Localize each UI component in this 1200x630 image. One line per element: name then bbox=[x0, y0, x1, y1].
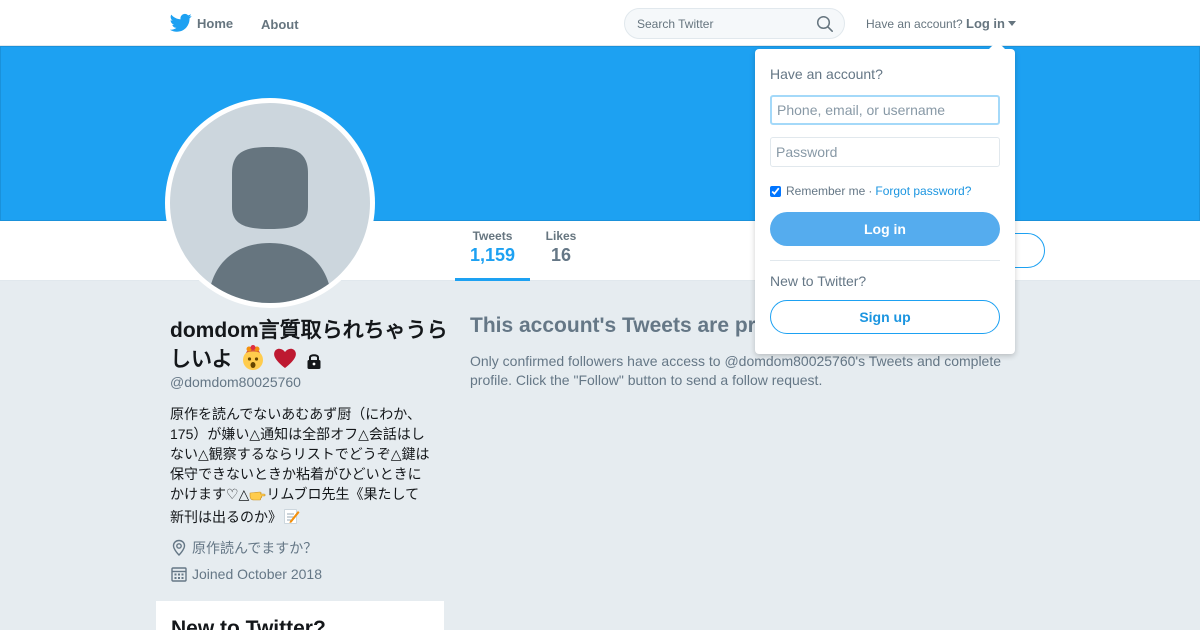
lock-icon bbox=[307, 354, 321, 370]
nav-about-link[interactable]: About bbox=[261, 16, 299, 34]
login-dropdown-toggle[interactable]: Log in bbox=[966, 16, 1005, 31]
tweets-label: Tweets bbox=[472, 229, 513, 243]
joined-text: Joined October 2018 bbox=[192, 566, 322, 582]
search-icon[interactable] bbox=[816, 15, 834, 33]
divider bbox=[770, 260, 1000, 261]
remember-me-label[interactable]: Remember me bbox=[786, 184, 865, 198]
password-field[interactable] bbox=[770, 137, 1000, 167]
top-navigation-bar: Home About Have an account? Log in bbox=[0, 0, 1200, 46]
protected-description: Only confirmed followers have access to … bbox=[470, 353, 1002, 388]
remember-me-checkbox[interactable] bbox=[770, 185, 781, 197]
default-avatar bbox=[170, 103, 370, 303]
login-dropdown-heading: Have an account? bbox=[770, 66, 883, 82]
nav-home-link[interactable]: Home bbox=[170, 13, 233, 33]
red-heart-emoji bbox=[274, 349, 297, 369]
profile-name-icons bbox=[240, 345, 324, 375]
nav-home-label: Home bbox=[197, 15, 234, 31]
signup-card: New to Twitter? bbox=[156, 601, 444, 630]
calendar-icon bbox=[171, 567, 187, 582]
profile-joined: Joined October 2018 bbox=[170, 565, 322, 583]
location-pin-icon bbox=[172, 539, 186, 556]
remember-me-row: Remember me · Forgot password? bbox=[770, 184, 971, 198]
profile-bio: 原作を読んでないあむあず厨（にわか、175）が嫌い△通知は全部オフ△会話はしない… bbox=[170, 404, 432, 530]
nav-about-label: About bbox=[261, 17, 299, 32]
tab-tweets[interactable]: Tweets 1,159 bbox=[455, 229, 530, 281]
profile-name: domdom言質取られちゃうらしいよ bbox=[170, 316, 450, 375]
likes-label: Likes bbox=[545, 229, 577, 243]
tweets-count: 1,159 bbox=[469, 245, 516, 265]
avatar[interactable] bbox=[165, 98, 375, 308]
tab-likes[interactable]: Likes 16 bbox=[535, 229, 587, 266]
separator-dot: · bbox=[868, 184, 873, 198]
have-account-text: Have an account? bbox=[866, 17, 963, 31]
chevron-down-icon[interactable] bbox=[1008, 21, 1016, 26]
login-button[interactable]: Log in bbox=[770, 212, 1000, 246]
default-profile-silhouette-icon bbox=[208, 147, 332, 303]
signup-button[interactable]: Sign up bbox=[770, 300, 1000, 334]
login-dropdown: Have an account? Remember me · Forgot pa… bbox=[755, 41, 1015, 354]
likes-count: 16 bbox=[550, 245, 572, 265]
dropdown-arrow bbox=[989, 41, 1005, 49]
profile-location: 原作読んでますか？ bbox=[170, 538, 317, 558]
exploding-head-emoji bbox=[243, 345, 264, 371]
new-to-twitter-text: New to Twitter? bbox=[770, 273, 867, 289]
memo-emoji bbox=[282, 507, 300, 530]
search-input[interactable] bbox=[625, 9, 815, 38]
pointing-hand-emoji bbox=[249, 487, 266, 507]
signup-card-title: New to Twitter? bbox=[171, 617, 326, 630]
profile-handle[interactable]: @domdom80025760 bbox=[170, 374, 301, 390]
username-field[interactable] bbox=[770, 95, 1000, 125]
search-box bbox=[624, 8, 845, 39]
forgot-password-link[interactable]: Forgot password? bbox=[875, 184, 971, 198]
twitter-bird-icon bbox=[170, 13, 192, 32]
location-text: 原作読んでますか？ bbox=[192, 540, 318, 556]
